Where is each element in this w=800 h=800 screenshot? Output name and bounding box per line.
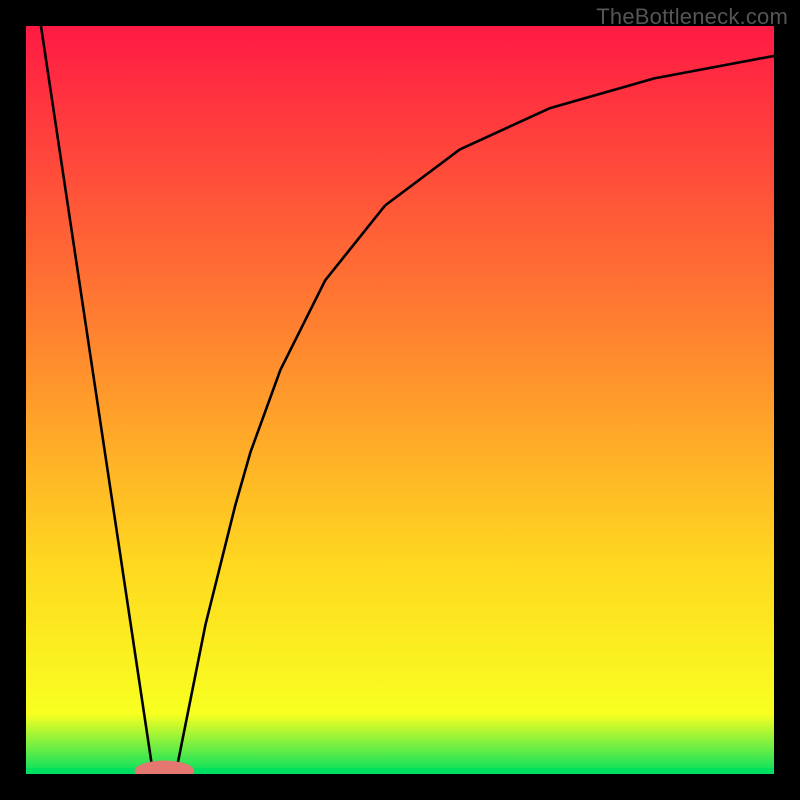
watermark-text: TheBottleneck.com xyxy=(596,4,788,30)
chart-frame: TheBottleneck.com xyxy=(0,0,800,800)
chart-svg xyxy=(26,26,774,774)
gradient-background xyxy=(26,26,774,774)
plot-area xyxy=(26,26,774,774)
